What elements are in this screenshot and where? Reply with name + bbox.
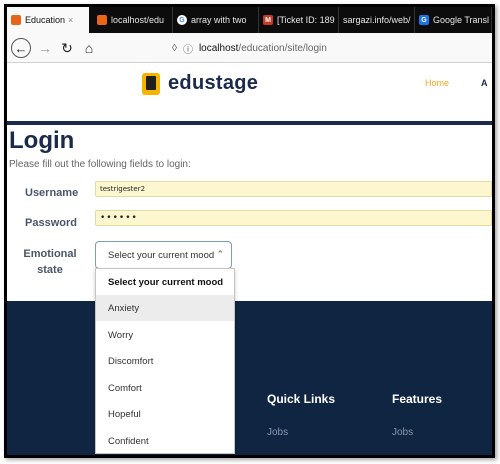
url-host: localhost bbox=[198, 42, 239, 54]
site-header: edustage Home A bbox=[7, 64, 492, 121]
tab-array[interactable]: G array with two bbox=[173, 7, 259, 33]
mood-option-confident[interactable]: Confident bbox=[96, 428, 234, 454]
mood-select-value: Select your current mood bbox=[108, 249, 215, 261]
header-divider bbox=[7, 121, 492, 125]
mood-option-hopeful[interactable]: Hopeful bbox=[96, 401, 234, 427]
tab-localhost[interactable]: localhost/edu bbox=[93, 7, 173, 33]
tablet-icon bbox=[142, 72, 160, 95]
mood-select[interactable]: Select your current mood ⌃ bbox=[95, 241, 232, 269]
info-icon: ⓘ bbox=[182, 44, 193, 56]
footer-quick-links-heading: Quick Links bbox=[267, 392, 336, 406]
tab-sargazi[interactable]: sargazi.info/web/ bbox=[339, 7, 415, 33]
username-label: Username bbox=[25, 187, 79, 199]
tab-label: Google Transl bbox=[433, 15, 490, 25]
orange-square-icon bbox=[11, 15, 21, 25]
tab-label: array with two bbox=[191, 15, 247, 25]
mood-option-worry[interactable]: Worry bbox=[96, 322, 234, 348]
mood-option-comfort[interactable]: Comfort bbox=[96, 375, 234, 401]
mood-option-placeholder[interactable]: Select your current mood bbox=[96, 269, 234, 295]
browser-tab-bar: Education × localhost/edu G array with t… bbox=[7, 7, 492, 33]
username-field[interactable]: testrigester2 bbox=[95, 181, 492, 197]
tab-education[interactable]: Education × bbox=[7, 7, 89, 33]
footer-features-jobs[interactable]: Jobs bbox=[392, 427, 413, 438]
site-footer: Quick Links Features Jobs Jobs bbox=[7, 301, 492, 455]
tab-label: [Ticket ID: 189 bbox=[277, 15, 335, 25]
translate-icon: G bbox=[419, 15, 429, 25]
password-label: Password bbox=[25, 217, 77, 229]
page-title: Login bbox=[9, 127, 75, 154]
back-arrow-icon[interactable]: ← bbox=[11, 38, 31, 58]
mail-icon: M bbox=[263, 15, 273, 25]
shield-icon: ◊ bbox=[172, 42, 177, 54]
orange-square-icon bbox=[97, 15, 107, 25]
logo-text: edustage bbox=[168, 72, 259, 94]
web-page: edustage Home A Login Please fill out th… bbox=[7, 64, 492, 455]
footer-quick-links-jobs[interactable]: Jobs bbox=[267, 427, 288, 438]
tab-ticket[interactable]: M [Ticket ID: 189 bbox=[259, 7, 339, 33]
chevron-up-icon: ⌃ bbox=[216, 249, 224, 259]
mood-option-discomfort[interactable]: Discomfort bbox=[96, 348, 234, 374]
browser-nav-bar: ← → ↻ ⌂ ◊ ⓘ localhost/education/site/log… bbox=[7, 33, 492, 63]
emotional-state-label: Emotional state bbox=[23, 248, 77, 276]
tab-label: sargazi.info/web/ bbox=[343, 15, 411, 25]
home-icon[interactable]: ⌂ bbox=[79, 38, 99, 58]
page-subtitle: Please fill out the following fields to … bbox=[9, 159, 191, 170]
screenshot-frame: Education × localhost/edu G array with t… bbox=[4, 4, 495, 458]
tab-label: localhost/edu bbox=[111, 15, 165, 25]
url-path: /education/site/login bbox=[238, 42, 327, 54]
google-icon: G bbox=[177, 15, 187, 25]
tab-label: Education bbox=[25, 15, 66, 25]
close-icon[interactable]: × bbox=[68, 15, 73, 25]
mood-dropdown-list: Select your current mood Anxiety Worry D… bbox=[95, 268, 235, 454]
address-bar[interactable]: ◊ ⓘ localhost/education/site/login bbox=[172, 39, 482, 57]
mood-option-anxiety[interactable]: Anxiety bbox=[96, 295, 234, 321]
forward-arrow-icon[interactable]: → bbox=[35, 38, 55, 58]
tab-google-translate[interactable]: G Google Transl bbox=[415, 7, 492, 33]
site-logo[interactable]: edustage bbox=[142, 72, 258, 95]
nav-link-cutoff[interactable]: A bbox=[481, 78, 488, 88]
password-field[interactable]: •••••• bbox=[95, 210, 492, 226]
nav-home-link[interactable]: Home bbox=[425, 78, 449, 88]
reload-icon[interactable]: ↻ bbox=[57, 38, 77, 58]
footer-features-heading: Features bbox=[392, 392, 443, 406]
